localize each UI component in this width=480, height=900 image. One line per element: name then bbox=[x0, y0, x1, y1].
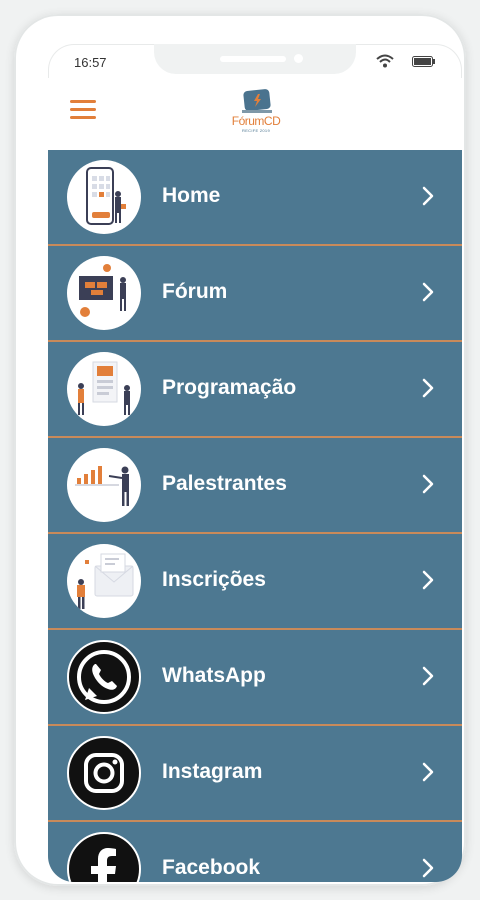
status-bar: 16:57 bbox=[48, 44, 462, 78]
chevron-right-icon bbox=[422, 186, 434, 206]
phone-notch bbox=[154, 44, 356, 74]
menu-item-palestrantes[interactable]: Palestrantes bbox=[48, 438, 462, 534]
chevron-right-icon bbox=[422, 282, 434, 302]
app-header: FórumCD RECIFE 2019 bbox=[48, 78, 462, 150]
whatsapp-icon bbox=[67, 640, 141, 714]
presentation-illustration-icon bbox=[67, 256, 141, 330]
speaker-icon bbox=[220, 56, 286, 62]
app-screen: 16:57 FórumCD RECIFE 2019 Home Fórum Pro… bbox=[48, 44, 462, 882]
battery-icon bbox=[412, 56, 435, 67]
chevron-right-icon bbox=[422, 474, 434, 494]
registration-illustration-icon bbox=[67, 544, 141, 618]
phone-illustration-icon bbox=[67, 160, 141, 234]
menu-item-instagram[interactable]: Instagram bbox=[48, 726, 462, 822]
speaker-illustration-icon bbox=[67, 448, 141, 522]
facebook-icon bbox=[67, 832, 141, 882]
menu-item-label: Programação bbox=[162, 376, 297, 399]
menu-item-programacao[interactable]: Programação bbox=[48, 342, 462, 438]
schedule-illustration-icon bbox=[67, 352, 141, 426]
menu-item-label: Palestrantes bbox=[162, 472, 287, 495]
menu-item-label: Fórum bbox=[162, 280, 228, 303]
chevron-right-icon bbox=[422, 378, 434, 398]
menu-item-forum[interactable]: Fórum bbox=[48, 246, 462, 342]
logo-subtext: RECIFE 2019 bbox=[242, 128, 270, 133]
main-menu: Home Fórum Programação Palestrantes Insc… bbox=[48, 150, 462, 882]
status-time: 16:57 bbox=[74, 55, 107, 70]
chevron-right-icon bbox=[422, 762, 434, 782]
forumcd-logo: FórumCD RECIFE 2019 bbox=[220, 88, 292, 140]
wifi-icon bbox=[376, 54, 394, 68]
chevron-right-icon bbox=[422, 570, 434, 590]
menu-item-label: WhatsApp bbox=[162, 664, 266, 687]
menu-item-label: Instagram bbox=[162, 760, 263, 783]
instagram-icon bbox=[67, 736, 141, 810]
menu-item-label: Facebook bbox=[162, 856, 261, 879]
chevron-right-icon bbox=[422, 666, 434, 686]
menu-item-facebook[interactable]: Facebook bbox=[48, 822, 462, 882]
menu-item-whatsapp[interactable]: WhatsApp bbox=[48, 630, 462, 726]
hamburger-menu-icon[interactable] bbox=[70, 100, 96, 120]
menu-item-inscricoes[interactable]: Inscrições bbox=[48, 534, 462, 630]
chevron-right-icon bbox=[422, 858, 434, 878]
camera-icon bbox=[294, 54, 303, 63]
menu-item-label: Home bbox=[162, 184, 221, 207]
phone-frame: 16:57 FórumCD RECIFE 2019 Home Fórum Pro… bbox=[14, 14, 466, 886]
menu-item-label: Inscrições bbox=[162, 568, 266, 591]
menu-item-home[interactable]: Home bbox=[48, 150, 462, 246]
logo-text: FórumCD bbox=[231, 114, 281, 128]
